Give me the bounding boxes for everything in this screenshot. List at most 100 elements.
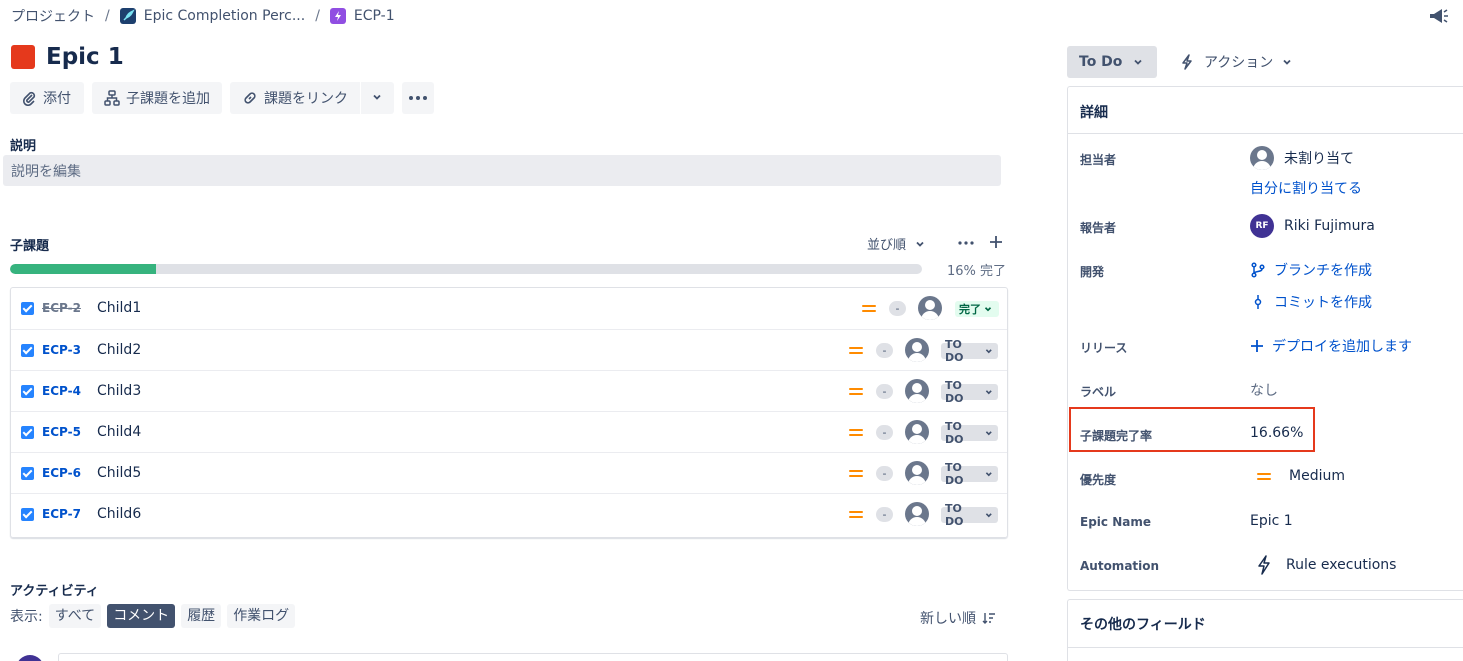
child-issue-summary[interactable]: Child6	[97, 506, 141, 522]
automation-value[interactable]: Rule executions	[1250, 555, 1396, 575]
activity-heading: アクティビティ	[10, 584, 99, 599]
child-rate-label: 子課題完了率	[1080, 429, 1153, 443]
more-button[interactable]	[402, 82, 434, 114]
assignee-avatar[interactable]	[918, 296, 942, 320]
priority-medium-icon	[849, 385, 865, 397]
add-child-button[interactable]: 子課題を追加	[92, 82, 222, 114]
child-issue-row[interactable]: ECP-5 Child4 - TO DO	[11, 411, 1007, 452]
priority-medium-icon	[849, 508, 865, 520]
assignee-avatar[interactable]	[905, 420, 929, 444]
actions-dropdown[interactable]: アクション	[1178, 46, 1293, 78]
issue-type-checkbox-icon	[21, 426, 34, 439]
attach-button[interactable]: 添付	[10, 82, 84, 114]
child-issue-row[interactable]: ECP-3 Child2 - TO DO	[11, 329, 1007, 370]
sort-dropdown[interactable]: 並び順	[867, 234, 926, 253]
assignee-avatar[interactable]	[905, 379, 929, 403]
assignee-avatar[interactable]	[905, 461, 929, 485]
activity-filters: 表示: すべて コメント 履歴 作業ログ	[10, 604, 296, 628]
child-progress-bar	[10, 264, 922, 274]
assign-to-me-link[interactable]: 自分に割り当てる	[1250, 178, 1362, 198]
breadcrumb-project[interactable]: プロジェクト	[11, 6, 95, 26]
comment-input[interactable]	[58, 653, 1008, 661]
priority-text: Medium	[1289, 468, 1345, 484]
hierarchy-icon	[104, 90, 120, 106]
chevron-down-icon	[986, 390, 993, 395]
priority-value[interactable]: Medium	[1250, 468, 1345, 484]
status-text: TO DO	[945, 502, 964, 528]
link-icon	[242, 90, 258, 106]
create-commit-link[interactable]: コミットを作成	[1250, 292, 1372, 312]
status-lozenge[interactable]: TO DO	[941, 379, 998, 405]
status-text: TO DO	[945, 420, 964, 446]
labels-label: ラベル	[1080, 385, 1117, 399]
status-lozenge[interactable]: 完了	[955, 301, 999, 317]
child-issue-key[interactable]: ECP-6	[42, 466, 81, 480]
estimate-badge: -	[876, 466, 893, 481]
child-issue-row[interactable]: ECP-6 Child5 - TO DO	[11, 452, 1007, 493]
priority-medium-icon	[849, 344, 865, 356]
split-divider	[360, 82, 361, 114]
details-divider	[1068, 133, 1463, 134]
child-rate-value[interactable]: 16.66%	[1250, 425, 1303, 441]
status-lozenge[interactable]: TO DO	[941, 338, 998, 364]
child-issue-key[interactable]: ECP-3	[42, 343, 81, 357]
labels-value[interactable]: なし	[1250, 380, 1278, 400]
link-issue-button[interactable]: 課題をリンク	[230, 82, 394, 114]
issue-type-icon	[11, 45, 35, 69]
activity-sort[interactable]: 新しい順	[920, 608, 996, 628]
create-branch-label: ブランチを作成	[1274, 263, 1372, 279]
chevron-down-icon	[986, 431, 993, 436]
lightning-icon	[1256, 555, 1272, 575]
breadcrumb-issue[interactable]: ECP-1	[329, 8, 395, 24]
breadcrumb-issue-label: ECP-1	[353, 8, 395, 24]
add-child-label: 子課題を追加	[126, 91, 210, 107]
breadcrumb-separator: /	[315, 8, 320, 24]
other-fields-heading[interactable]: その他のフィールド	[1080, 614, 1206, 634]
filter-history[interactable]: 履歴	[181, 604, 222, 628]
filter-worklog[interactable]: 作業ログ	[227, 604, 296, 628]
details-heading[interactable]: 詳細	[1080, 102, 1108, 122]
status-lozenge[interactable]: TO DO	[941, 502, 998, 528]
issue-title[interactable]: Epic 1	[46, 41, 124, 73]
breadcrumb-board[interactable]: Epic Completion Perc...	[119, 8, 305, 24]
estimate-badge: -	[876, 507, 893, 522]
child-more-icon[interactable]	[958, 241, 974, 245]
create-commit-label: コミットを作成	[1274, 295, 1372, 311]
child-issue-summary[interactable]: Child4	[97, 424, 141, 440]
child-issue-row[interactable]: ECP-7 Child6 - TO DO	[11, 493, 1007, 534]
child-issue-summary[interactable]: Child2	[97, 342, 141, 358]
status-dropdown[interactable]: To Do	[1067, 46, 1157, 78]
description-field[interactable]: 説明を編集	[3, 155, 1001, 186]
child-issue-key[interactable]: ECP-4	[42, 384, 81, 398]
assignee-value[interactable]: 未割り当て	[1250, 146, 1354, 170]
status-lozenge[interactable]: TO DO	[941, 461, 998, 487]
assignee-avatar[interactable]	[905, 338, 929, 362]
epic-name-value[interactable]: Epic 1	[1250, 513, 1293, 529]
child-issue-row[interactable]: ECP-2 Child1 - 完了	[11, 288, 1007, 329]
child-issue-row[interactable]: ECP-4 Child3 - TO DO	[11, 370, 1007, 411]
chevron-down-icon	[986, 472, 993, 477]
actions-label: アクション	[1204, 55, 1274, 71]
child-issue-summary[interactable]: Child1	[97, 300, 141, 316]
child-issue-summary[interactable]: Child3	[97, 383, 141, 399]
create-branch-link[interactable]: ブランチを作成	[1250, 260, 1372, 280]
child-issue-key[interactable]: ECP-5	[42, 425, 81, 439]
epic-name-label: Epic Name	[1080, 515, 1151, 529]
megaphone-icon[interactable]	[1428, 6, 1450, 26]
estimate-badge: -	[876, 425, 893, 440]
add-deploy-link[interactable]: デプロイを追加します	[1250, 336, 1412, 356]
estimate-badge: -	[889, 301, 906, 316]
child-issue-key[interactable]: ECP-7	[42, 507, 81, 521]
reporter-value[interactable]: RF Riki Fujimura	[1250, 214, 1375, 238]
filter-comments[interactable]: コメント	[107, 604, 176, 628]
child-issue-key[interactable]: ECP-2	[42, 301, 81, 315]
add-child-icon[interactable]	[989, 235, 1003, 249]
issue-type-checkbox-icon	[21, 302, 34, 315]
filter-all[interactable]: すべて	[48, 604, 102, 628]
issue-type-checkbox-icon	[21, 344, 34, 357]
status-lozenge[interactable]: TO DO	[941, 420, 998, 446]
assignee-avatar[interactable]	[905, 502, 929, 526]
child-issue-summary[interactable]: Child5	[97, 465, 141, 481]
chevron-down-icon[interactable]	[371, 91, 383, 103]
status-label: To Do	[1079, 54, 1123, 70]
